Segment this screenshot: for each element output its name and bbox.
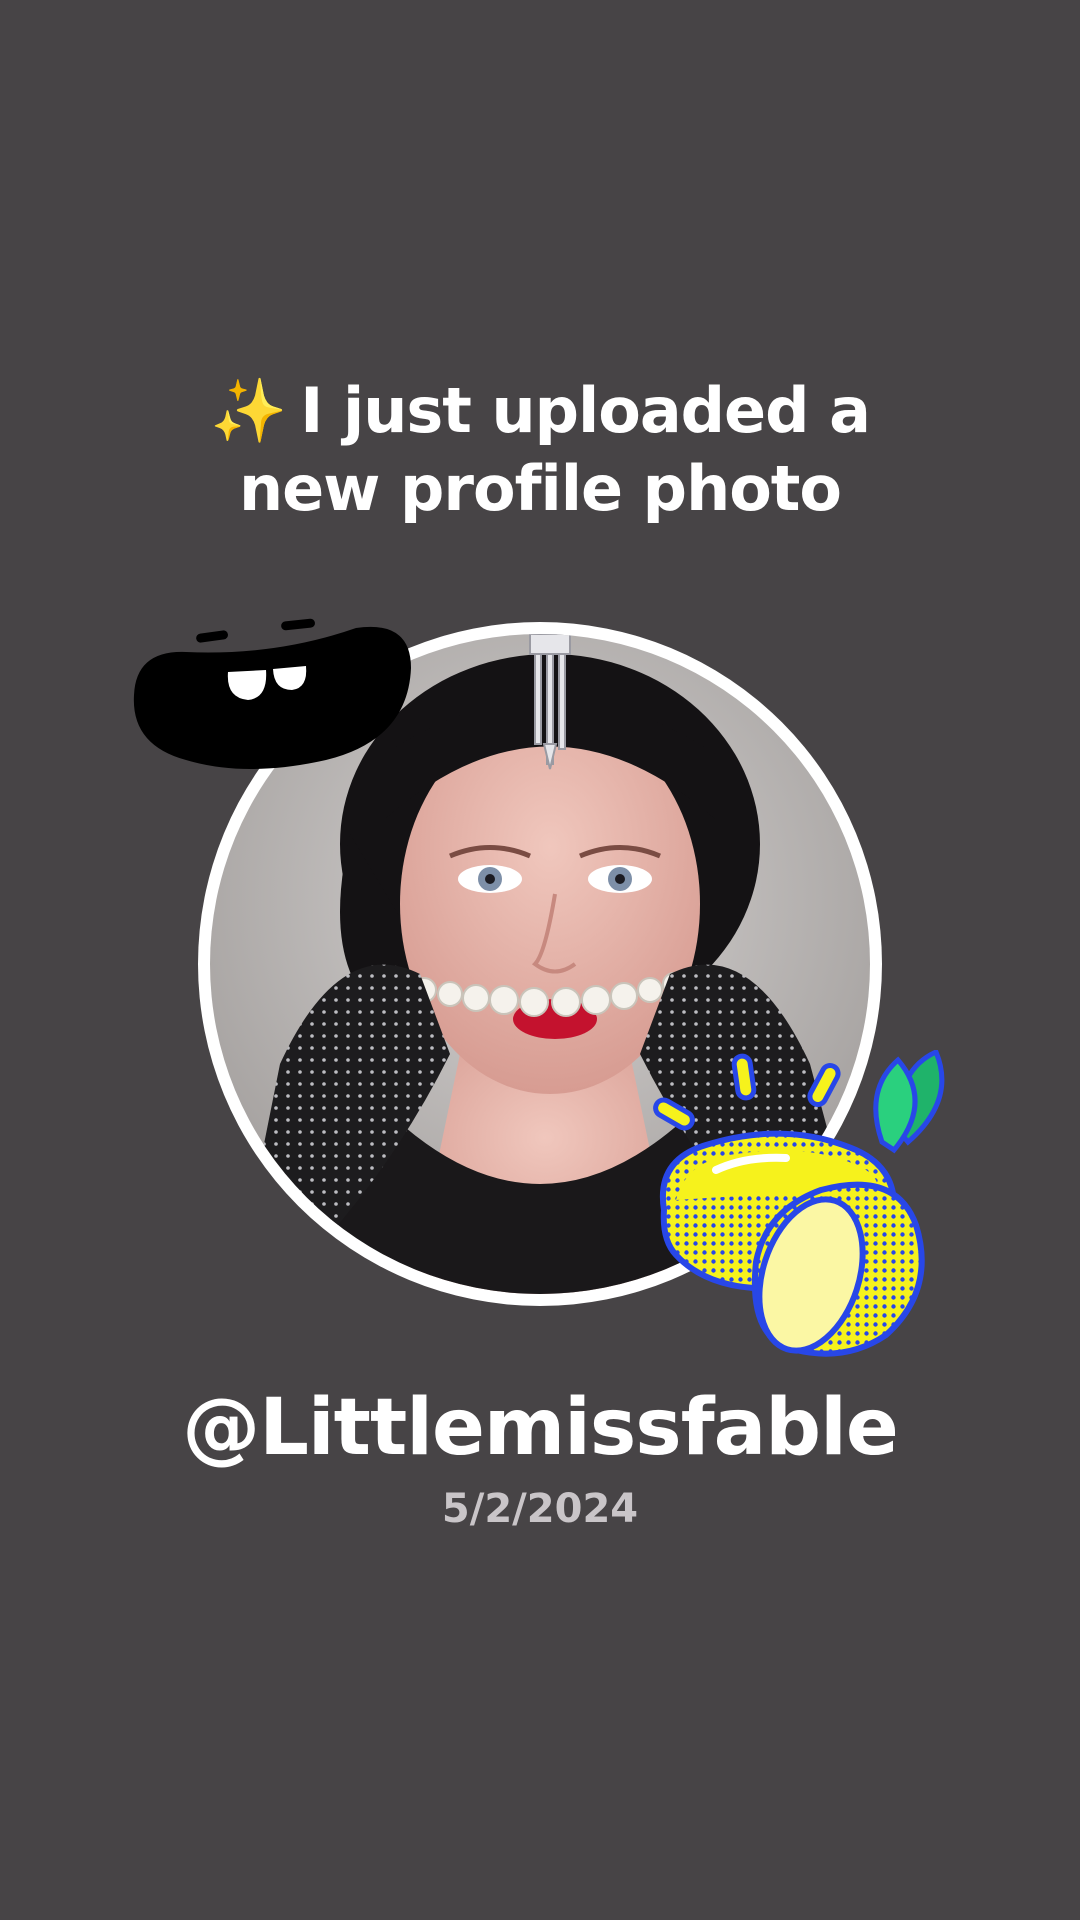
username[interactable]: @Littlemissfable: [0, 1380, 1080, 1476]
laughing-mouth-sticker: [133, 618, 411, 769]
post-date: 5/2/2024: [441, 1486, 639, 1532]
lemon-sticker: [653, 1050, 945, 1357]
profile-photo-update-screen: ✨ I just uploaded a new profile photo @L…: [0, 0, 1080, 1920]
headline-text: I just uploaded a new profile photo: [238, 374, 871, 525]
headline: ✨ I just uploaded a new profile photo: [140, 372, 940, 528]
sparkles-emoji: ✨: [210, 374, 287, 447]
